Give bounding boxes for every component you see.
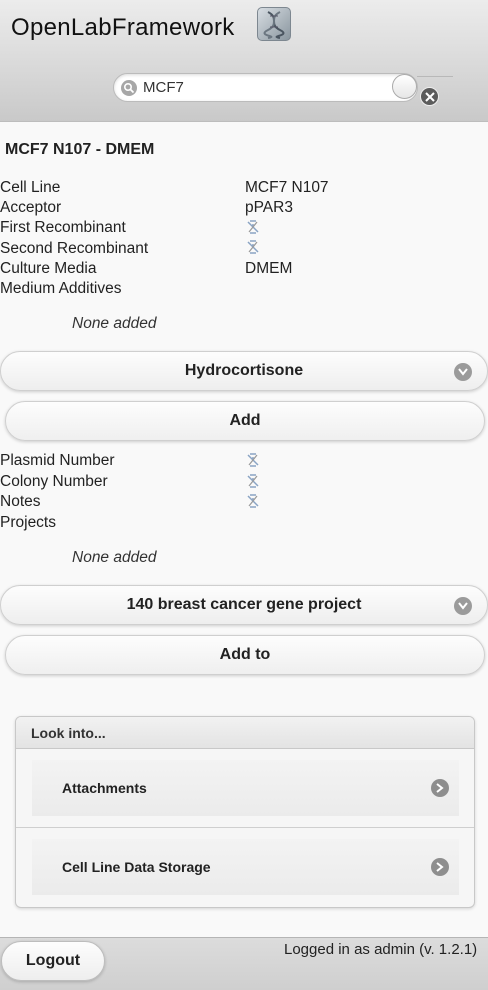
field-label-plasmid-number: Plasmid Number (0, 452, 115, 469)
field-label-second-recombinant: Second Recombinant (0, 240, 149, 257)
additives-empty-text: None added (72, 315, 157, 332)
look-into-item-label: Attachments (62, 780, 147, 796)
look-into-item-cell-line-data-storage[interactable]: Cell Line Data Storage (32, 839, 459, 895)
not-available-icon (245, 219, 261, 235)
add-to-project-button[interactable]: Add to (5, 635, 485, 675)
search-icon (121, 80, 137, 96)
clear-search-icon[interactable] (420, 87, 439, 106)
chevron-right-icon (431, 858, 449, 876)
field-value-culture-media: DMEM (245, 260, 293, 277)
field-label-culture-media: Culture Media (0, 260, 97, 277)
field-label-medium-additives: Medium Additives (0, 280, 122, 297)
record-title: MCF7 N107 - DMEM (5, 141, 155, 158)
search-input[interactable] (143, 78, 383, 97)
panel-divider (16, 827, 474, 828)
search-toggle-knob[interactable] (392, 74, 417, 99)
additive-select-value: Hydrocortisone (184, 362, 304, 379)
field-label-projects: Projects (0, 514, 56, 531)
field-label-first-recombinant: First Recombinant (0, 219, 126, 236)
not-available-icon (245, 239, 261, 255)
projects-empty-text: None added (72, 549, 157, 566)
app-title: OpenLabFramework (11, 14, 235, 41)
app-header: OpenLabFramework (0, 0, 488, 122)
not-available-icon (245, 452, 261, 468)
app-footer: Logout Logged in as admin (v. 1.2.1) (0, 937, 488, 990)
not-available-icon (245, 493, 261, 509)
field-value-acceptor: pPAR3 (245, 199, 293, 216)
search-box[interactable] (113, 73, 418, 102)
login-status: Logged in as admin (v. 1.2.1) (284, 941, 478, 958)
dna-helix-icon (257, 7, 291, 41)
project-select-value: 140 breast cancer gene project (126, 596, 362, 613)
field-label-notes: Notes (0, 493, 41, 510)
look-into-title: Look into... (16, 717, 474, 749)
field-label-colony-number: Colony Number (0, 473, 108, 490)
not-available-icon (245, 473, 261, 489)
look-into-panel: Look into... Attachments Cell Line Data … (15, 716, 475, 908)
additive-select[interactable]: Hydrocortisone (0, 351, 488, 391)
chevron-down-icon (454, 363, 472, 381)
project-select[interactable]: 140 breast cancer gene project (0, 585, 488, 625)
look-into-item-attachments[interactable]: Attachments (32, 760, 459, 816)
look-into-item-label: Cell Line Data Storage (62, 859, 211, 875)
logout-button[interactable]: Logout (1, 941, 105, 981)
field-label-cell-line: Cell Line (0, 179, 61, 196)
add-additive-button[interactable]: Add (5, 401, 485, 441)
search-toggle-track (417, 76, 453, 77)
field-label-acceptor: Acceptor (0, 199, 62, 216)
field-value-cell-line: MCF7 N107 (245, 179, 329, 196)
chevron-right-icon (431, 779, 449, 797)
chevron-down-icon (454, 597, 472, 615)
